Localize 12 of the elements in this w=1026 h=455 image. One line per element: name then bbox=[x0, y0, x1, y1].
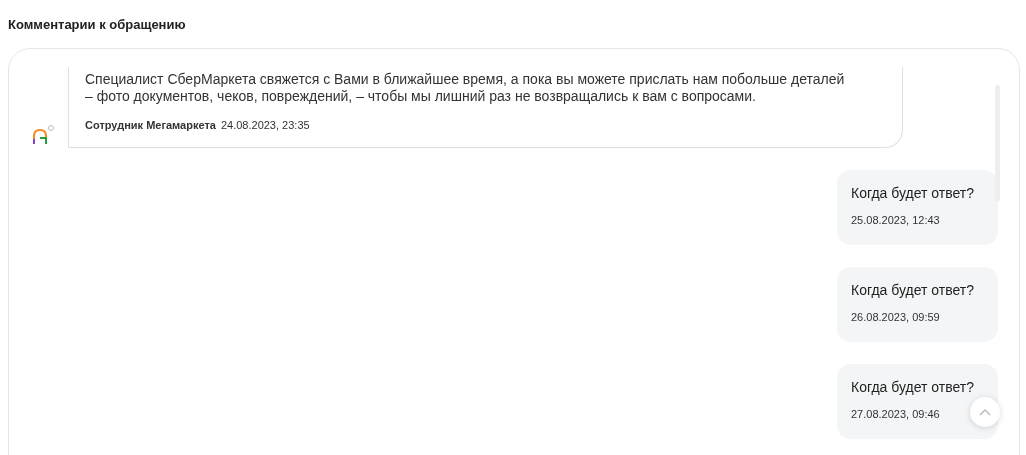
message-text: Когда будет ответ? bbox=[851, 183, 975, 202]
message-time: 26.08.2023, 09:59 bbox=[851, 310, 940, 323]
message-time: 27.08.2023, 09:46 bbox=[851, 407, 940, 420]
message-text: Когда будет ответ? bbox=[851, 377, 975, 396]
chevron-up-icon bbox=[979, 408, 991, 416]
message-text: Когда будет ответ? bbox=[851, 280, 975, 299]
message-time: 25.08.2023, 12:43 bbox=[851, 213, 940, 226]
message-text: – фото документов, чеков, повреждений, – чтобы мы лишний раз не возвращались к вам с вопросами. bbox=[85, 88, 757, 105]
section-title: Комментарии к обращению bbox=[8, 16, 187, 34]
message-text: Специалист СберМаркета свяжется с Вами в ближайшее время, а пока вы можете прислать нам побольше деталей bbox=[85, 71, 846, 88]
author-name: Сотрудник Мегамаркета bbox=[85, 118, 216, 133]
message-time: 24.08.2023, 23:35 bbox=[220, 118, 310, 133]
